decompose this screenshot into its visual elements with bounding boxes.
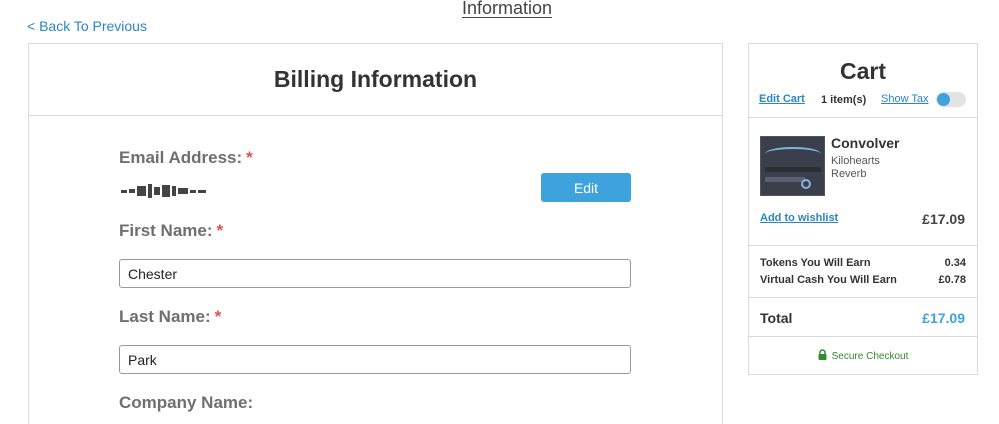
product-brand: Kilohearts [831, 155, 880, 167]
email-value-redacted [121, 184, 206, 198]
product-category: Reverb [831, 168, 867, 180]
last-name-label: Last Name: * [119, 307, 221, 327]
billing-header: Billing Information [29, 44, 722, 116]
edit-cart-link[interactable]: Edit Cart [759, 93, 805, 105]
secure-checkout-text: Secure Checkout [831, 351, 909, 362]
first-name-label: First Name: * [119, 221, 223, 241]
billing-panel: Billing Information Email Address: * Edit… [28, 43, 723, 424]
edit-email-button[interactable]: Edit [541, 173, 631, 202]
product-price: £17.09 [922, 211, 965, 227]
product-name: Convolver [831, 135, 900, 151]
cart-meta: Edit Cart 1 item(s) Show Tax [749, 92, 977, 112]
required-mark: * [246, 148, 253, 167]
cart-divider [749, 117, 977, 118]
show-tax-toggle[interactable] [936, 92, 966, 107]
total-label: Total [760, 310, 793, 326]
page-heading: Information [462, 0, 553, 18]
company-name-label: Company Name: [119, 393, 254, 412]
last-name-field[interactable] [119, 345, 631, 374]
email-label-text: Email Address: [119, 148, 243, 167]
tokens-earn-row: Tokens You Will Earn 0.34 [760, 257, 966, 269]
first-name-label-text: First Name: [119, 221, 213, 240]
cart-title: Cart [839, 58, 886, 84]
show-tax-link[interactable]: Show Tax [881, 93, 929, 105]
cash-earn-label: Virtual Cash You Will Earn [760, 274, 897, 286]
cart-divider [749, 297, 977, 298]
cart-panel: Cart Edit Cart 1 item(s) Show Tax Convol… [748, 43, 978, 375]
cart-divider [749, 336, 977, 337]
first-name-field[interactable] [119, 259, 631, 288]
cart-divider [749, 245, 977, 246]
last-name-label-text: Last Name: [119, 307, 211, 326]
billing-title: Billing Information [273, 66, 478, 92]
cash-earn-row: Virtual Cash You Will Earn £0.78 [760, 274, 966, 286]
tokens-earn-value: 0.34 [944, 257, 966, 269]
required-mark: * [214, 307, 222, 326]
total-value: £17.09 [922, 310, 965, 326]
back-link[interactable]: < Back To Previous [27, 18, 147, 34]
lock-icon [818, 349, 827, 363]
required-mark: * [216, 221, 224, 240]
cash-earn-value: £0.78 [938, 274, 966, 286]
cart-item-count: 1 item(s) [821, 94, 867, 106]
secure-checkout: Secure Checkout [749, 349, 977, 363]
email-label: Email Address: * [119, 148, 253, 168]
tokens-earn-label: Tokens You Will Earn [760, 257, 871, 269]
product-thumbnail[interactable] [760, 136, 825, 196]
add-to-wishlist-link[interactable]: Add to wishlist [760, 212, 838, 224]
toggle-knob [937, 93, 950, 106]
